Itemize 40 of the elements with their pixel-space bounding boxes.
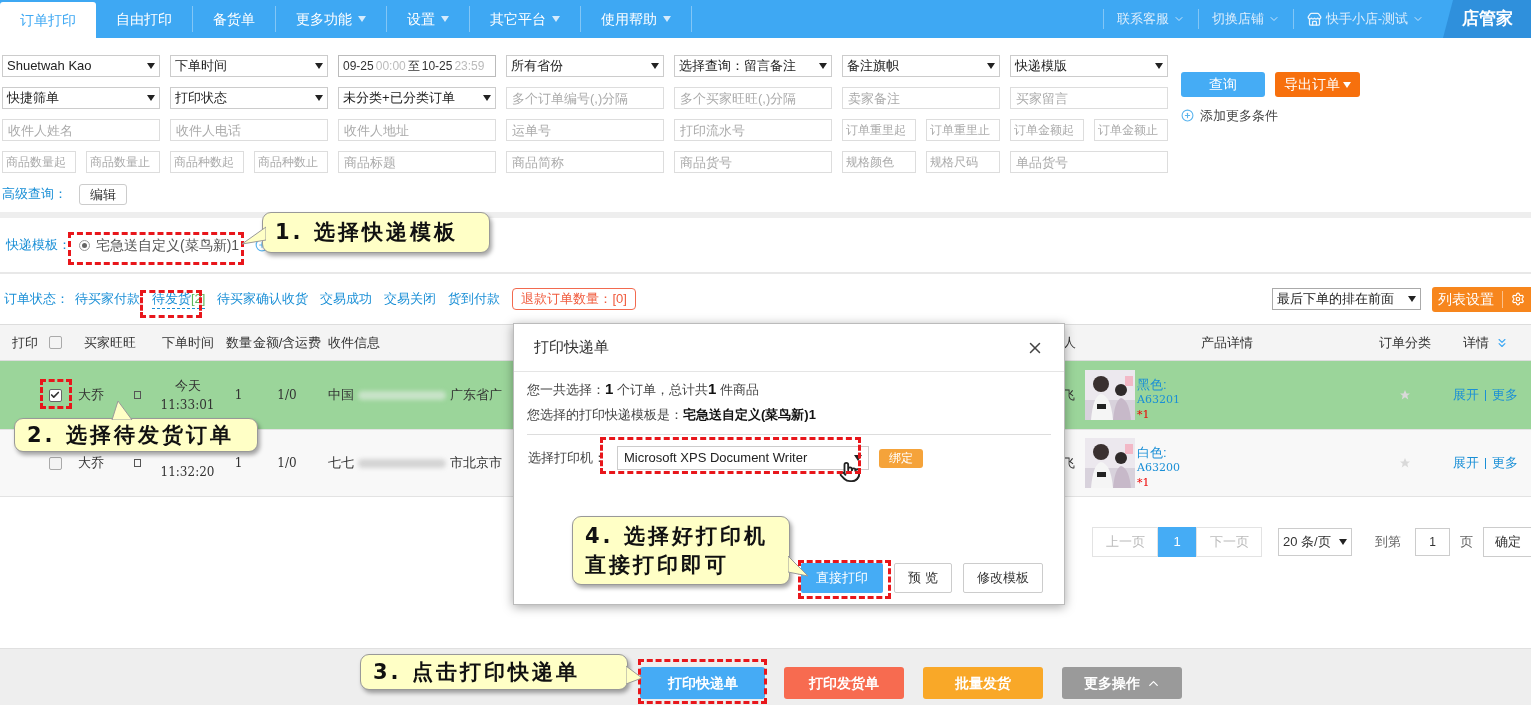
column-header: 产品详情 — [1200, 333, 1253, 352]
brand-logo: 店管家 — [1443, 0, 1531, 38]
table-cell-text: 1 — [234, 455, 243, 472]
table-cell-text: 大乔 — [78, 454, 104, 473]
table-cell-text: 11:33:01 — [160, 396, 215, 414]
template-summary: 您选择的打印快递模板是：宅急送自定义(菜鸟新)1 — [527, 406, 817, 424]
template-label: 快递模板： — [6, 236, 71, 255]
table-cell-text: 今天 — [174, 377, 201, 396]
table-cell-text: 市北京市 — [450, 454, 502, 473]
column-header: 下单时间 — [161, 333, 214, 352]
status-label: 订单状态： — [4, 290, 69, 309]
table-cell-text: 1/0 — [277, 387, 297, 404]
sku-text: A63200 — [1137, 459, 1180, 475]
column-header: 详情 — [1462, 333, 1489, 352]
table-cell: 飞 — [1063, 456, 1075, 471]
column-header: 金额/含运费 — [252, 333, 322, 352]
selection-summary: 您一共选择：1 个订单，总计共1 件商品 — [527, 379, 760, 399]
dialog-title: 打印快递单 — [534, 337, 609, 358]
page-unit-label: 页 — [1460, 533, 1473, 552]
table-cell-text: 11:32:20 — [160, 464, 215, 481]
column-header: 打印 — [12, 333, 38, 352]
table-cell-text: 大乔 — [78, 386, 104, 405]
table-cell-text: 中国 — [328, 386, 354, 405]
table-cell: 飞 — [1063, 388, 1075, 403]
callout-bubble: 1. 选择快递模板 — [262, 212, 490, 253]
column-header: 买家旺旺 — [84, 333, 136, 352]
table-cell-text: 七七 — [328, 454, 354, 473]
column-header: 收件信息 — [328, 333, 380, 352]
table-cell-text: 1 — [234, 387, 243, 404]
advanced-query-label: 高级查询： — [2, 185, 67, 204]
goto-label: 到第 — [1375, 533, 1401, 552]
callout-bubble: 4. 选择好打印机 直接打印即可 — [572, 516, 790, 585]
printer-label: 选择打印机： — [528, 449, 604, 468]
table-cell-text: 1/0 — [277, 455, 297, 472]
quantity-text: *1 — [1137, 406, 1151, 422]
column-header: 订单分类 — [1379, 333, 1431, 352]
table-cell-text: 广东省广 — [450, 386, 502, 405]
column-header: 数量 — [225, 333, 252, 352]
quantity-text: *1 — [1137, 474, 1151, 490]
sku-text: A63201 — [1137, 391, 1180, 407]
